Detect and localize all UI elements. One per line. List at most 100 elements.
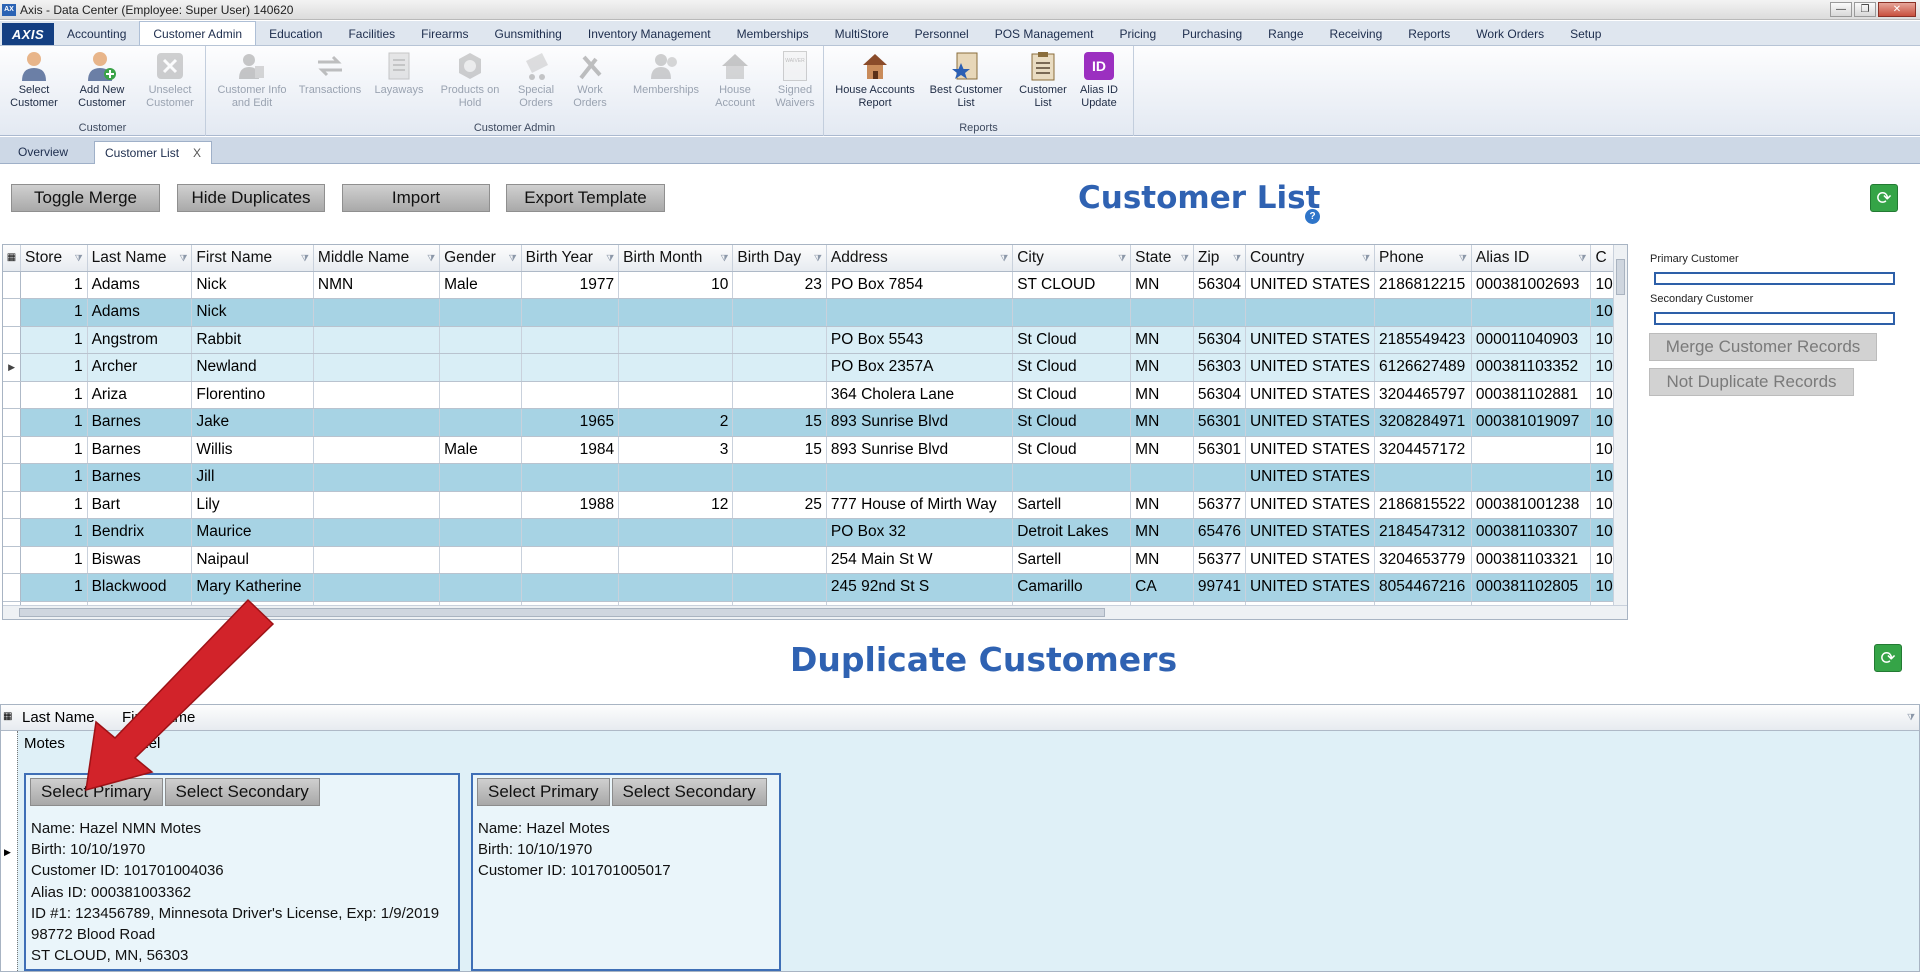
cell-country[interactable]: UNITED STATES [1245,353,1375,382]
memberships-button[interactable]: Memberships [624,50,708,97]
filter-icon[interactable]: ⧩ [1907,712,1915,723]
cell-address[interactable]: PO Box 7854 [826,271,1014,299]
cell-gender[interactable] [439,326,522,354]
menu-tab-firearms[interactable]: Firearms [408,23,481,45]
column-header-first-name[interactable]: First Name ⧩ [191,245,314,272]
tab-overview[interactable]: Overview [8,141,78,164]
cell-middle-name[interactable] [313,546,441,574]
cell-middle-name[interactable] [313,491,441,519]
cell-birth-month[interactable]: 2 [618,408,734,437]
cell-zip[interactable] [1193,298,1246,327]
table-row[interactable]: 1 Adams Nick NMN Male 1977 10 23 PO Box 7854 ST C… [3,271,1627,299]
cell-address[interactable]: 364 Cholera Lane [826,381,1014,409]
cell-birth-year[interactable] [521,573,620,602]
filter-icon[interactable]: ⧩ [606,253,614,264]
row-selector[interactable] [3,436,22,464]
refresh-customer-list-icon[interactable]: ⟳ [1870,184,1898,212]
cell-city[interactable]: Camarillo [1012,573,1132,602]
cell-birth-year[interactable] [521,546,620,574]
cell-country[interactable]: UNITED STATES [1245,463,1375,492]
cell-birth-year[interactable]: 1984 [521,436,620,464]
cell-last-name[interactable]: Barnes [87,463,193,492]
cell-country[interactable]: UNITED STATES [1245,518,1375,547]
cell-phone[interactable]: 6126627489 [1374,353,1472,382]
scroll-thumb[interactable] [19,608,1105,617]
cell-gender[interactable] [439,491,522,519]
unselect-customer-button[interactable]: Unselect Customer [138,50,202,110]
cell-state[interactable]: MN [1130,326,1194,354]
cell-city[interactable]: ST CLOUD [1012,271,1132,299]
cell-birth-day[interactable] [732,463,827,492]
cell-phone[interactable]: 3208284971 [1374,408,1472,437]
cell-gender[interactable]: Male [439,436,522,464]
column-header-gender[interactable]: Gender ⧩ [439,245,522,272]
cell-phone[interactable]: 2186815522 [1374,491,1472,519]
signed-waivers-button[interactable]: WAIVER Signed Waivers [762,50,828,110]
menu-tab-inventory-management[interactable]: Inventory Management [575,23,724,45]
row-selector[interactable] [3,326,22,354]
cell-city[interactable]: St Cloud [1012,353,1132,382]
cell-address[interactable]: PO Box 32 [826,518,1014,547]
row-selector[interactable] [3,518,22,547]
select-secondary-button[interactable]: Select Secondary [164,778,320,806]
table-row[interactable]: ▶ 1 Archer Newland PO Box 2357A St Cloud MN 563… [3,353,1627,382]
cell-birth-month[interactable] [618,298,734,327]
cell-alias-id[interactable]: 000381103321 [1471,546,1592,574]
cell-phone[interactable] [1374,463,1472,492]
cell-alias-id[interactable]: 000381102805 [1471,573,1592,602]
cell-country[interactable]: UNITED STATES [1245,573,1375,602]
cell-last-name[interactable]: Biswas [87,546,193,574]
menu-tab-education[interactable]: Education [256,23,335,45]
column-header-birth-day[interactable]: Birth Day ⧩ [732,245,827,272]
duplicate-group-row[interactable]: Motes Hazel Select Primary Select Second… [17,731,1919,971]
menu-tab-pricing[interactable]: Pricing [1106,23,1169,45]
cell-birth-day[interactable]: 15 [732,436,827,464]
table-row[interactable]: 1 Blackwood Mary Katherine 245 92nd St S Cam… [3,573,1627,602]
cell-last-name[interactable]: Bendrix [87,518,193,547]
row-selector-header[interactable]: ▦ [3,711,12,722]
cell-first-name[interactable]: Maurice [191,518,314,547]
row-selector[interactable] [3,463,22,492]
cell-middle-name[interactable] [313,298,441,327]
cell-last-name[interactable]: Ariza [87,381,193,409]
menu-tab-facilities[interactable]: Facilities [335,23,408,45]
merge-customer-records-button[interactable]: Merge Customer Records [1649,333,1877,361]
customer-info-edit-button[interactable]: Customer Info and Edit [210,50,294,110]
cell-phone[interactable]: 8054467216 [1374,573,1472,602]
menu-tab-accounting[interactable]: Accounting [54,23,139,45]
cell-store[interactable]: 1 [20,518,88,547]
cell-birth-month[interactable] [618,518,734,547]
hide-duplicates-button[interactable]: Hide Duplicates [177,184,325,212]
cell-birth-year[interactable] [521,326,620,354]
cell-state[interactable]: CA [1130,573,1194,602]
row-selector[interactable] [3,271,22,299]
cell-zip[interactable]: 56303 [1193,353,1246,382]
cell-store[interactable]: 1 [20,298,88,327]
cell-first-name[interactable]: Naipaul [191,546,314,574]
cell-birth-year[interactable]: 1965 [521,408,620,437]
cell-first-name[interactable]: Mary Katherine [191,573,314,602]
column-header-last-name[interactable]: Last Name ⧩ [87,245,193,272]
cell-zip[interactable]: 65476 [1193,518,1246,547]
cell-store[interactable]: 1 [20,381,88,409]
cell-gender[interactable] [439,381,522,409]
cell-birth-day[interactable] [732,546,827,574]
tab-customer-list[interactable]: Customer List X [94,141,213,164]
cell-last-name[interactable]: Bart [87,491,193,519]
cell-store[interactable]: 1 [20,353,88,382]
cell-zip[interactable]: 56304 [1193,271,1246,299]
alias-id-update-button[interactable]: ID Alias ID Update [1068,50,1130,110]
cell-first-name[interactable]: Jake [191,408,314,437]
cell-phone[interactable] [1374,298,1472,327]
menu-tab-multistore[interactable]: MultiStore [822,23,902,45]
select-primary-button[interactable]: Select Primary [477,778,610,806]
cell-state[interactable] [1130,298,1194,327]
row-selector[interactable] [3,491,22,519]
cell-last-name[interactable]: Adams [87,298,193,327]
column-header-birth-year[interactable]: Birth Year ⧩ [521,245,620,272]
cell-first-name[interactable]: Newland [191,353,314,382]
cell-first-name[interactable]: Jill [191,463,314,492]
cell-birth-year[interactable] [521,381,620,409]
cell-phone[interactable]: 2185549423 [1374,326,1472,354]
cell-first-name[interactable]: Nick [191,298,314,327]
